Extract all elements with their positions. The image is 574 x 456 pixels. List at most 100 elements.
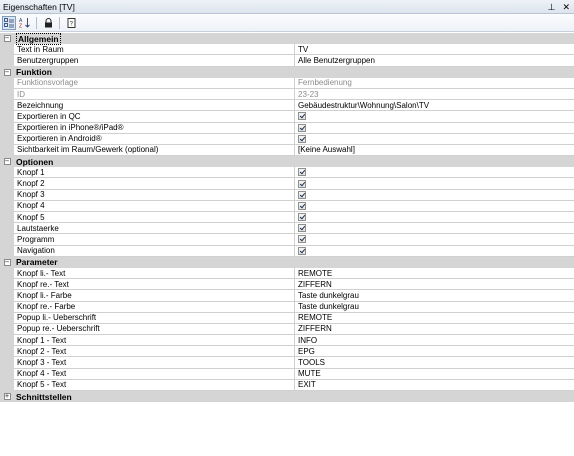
collapse-icon[interactable]: − — [3, 158, 11, 166]
property-value[interactable]: EPG — [295, 346, 574, 358]
categorized-view-button[interactable] — [2, 15, 16, 30]
property-value[interactable] — [295, 123, 574, 134]
property-row[interactable]: Knopf 2 — [0, 178, 574, 190]
property-row[interactable]: Knopf li.- Farbe Taste dunkelgrau — [0, 290, 574, 302]
row-gutter — [0, 290, 14, 302]
close-icon[interactable]: ✕ — [562, 0, 570, 14]
property-name: Knopf 1 — [14, 167, 295, 179]
property-row[interactable]: Sichtbarkeit im Raum/Gewerk (optional) [K… — [0, 144, 574, 157]
collapse-icon[interactable]: − — [3, 68, 11, 76]
property-value[interactable] — [295, 167, 574, 179]
lock-button[interactable] — [41, 16, 55, 30]
checkbox[interactable] — [298, 112, 306, 121]
property-name: Exportieren in iPhone®/iPad® — [14, 122, 295, 134]
property-value[interactable]: TV — [295, 44, 574, 56]
property-value[interactable] — [295, 178, 574, 190]
property-row[interactable]: Exportieren in QC — [0, 111, 574, 123]
property-row[interactable]: Bezeichnung Gebäudestruktur\Wohnung\Salon… — [0, 100, 574, 112]
property-value[interactable]: EXIT — [295, 380, 574, 391]
checkbox[interactable] — [298, 235, 306, 244]
property-row[interactable]: Lautstaerke — [0, 223, 574, 235]
property-value[interactable]: MUTE — [295, 369, 574, 380]
row-gutter — [0, 88, 14, 101]
property-name: Benutzergruppen — [14, 55, 295, 67]
category-allgemein[interactable]: − Allgemein — [0, 33, 574, 45]
property-row[interactable]: Exportieren in Android® — [0, 133, 574, 145]
property-value[interactable]: REMOTE — [295, 268, 574, 280]
property-value[interactable]: INFO — [295, 335, 574, 347]
checkbox[interactable] — [298, 224, 306, 233]
property-row[interactable]: Text in Raum TV — [0, 44, 574, 56]
property-name: Popup li.- Ueberschrift — [14, 312, 295, 324]
property-row[interactable]: Funktionsvorlage Fernbedienung — [0, 77, 574, 89]
property-value[interactable]: Alle Benutzergruppen — [295, 55, 574, 67]
collapse-icon[interactable]: − — [3, 35, 11, 43]
property-value[interactable]: [Keine Auswahl] — [295, 145, 574, 157]
property-value[interactable] — [295, 246, 574, 257]
checkbox[interactable] — [298, 246, 306, 255]
property-value: 23-23 — [295, 89, 574, 101]
property-value[interactable]: ZIFFERN — [295, 279, 574, 291]
property-row[interactable]: ID 23-23 — [0, 88, 574, 101]
checkbox[interactable] — [298, 201, 306, 210]
property-row[interactable]: Benutzergruppen Alle Benutzergruppen — [0, 55, 574, 67]
checkbox[interactable] — [298, 179, 306, 188]
property-value[interactable]: Taste dunkelgrau — [295, 290, 574, 302]
property-value[interactable]: Gebäudestruktur\Wohnung\Salon\TV — [295, 100, 574, 112]
property-row[interactable]: Knopf 3 — [0, 189, 574, 201]
property-row[interactable]: Knopf 5 — [0, 212, 574, 224]
property-row[interactable]: Navigation — [0, 245, 574, 257]
checkbox[interactable] — [298, 123, 306, 132]
property-name: Knopf re.- Text — [14, 279, 295, 291]
row-gutter — [0, 111, 14, 123]
property-value[interactable] — [295, 190, 574, 201]
property-row[interactable]: Knopf re.- Text ZIFFERN — [0, 279, 574, 291]
category-schnittstellen[interactable]: + Schnittstellen — [0, 391, 574, 403]
property-row[interactable]: Knopf 3 - Text TOOLS — [0, 357, 574, 369]
property-row[interactable]: Knopf li.- Text REMOTE — [0, 267, 574, 280]
property-value[interactable] — [295, 234, 574, 246]
category-parameter[interactable]: − Parameter — [0, 256, 574, 268]
property-row[interactable]: Knopf 1 - Text INFO — [0, 335, 574, 347]
category-funktion[interactable]: − Funktion — [0, 66, 574, 78]
property-row[interactable]: Knopf 4 — [0, 200, 574, 212]
checkbox[interactable] — [298, 213, 306, 222]
alphabetical-sort-button[interactable]: A Z — [18, 16, 32, 30]
property-value[interactable]: TOOLS — [295, 357, 574, 369]
row-gutter — [0, 335, 14, 347]
property-name: Text in Raum — [14, 44, 295, 56]
row-gutter — [0, 279, 14, 291]
property-value[interactable] — [295, 212, 574, 224]
category-optionen[interactable]: − Optionen — [0, 156, 574, 168]
checkbox[interactable] — [298, 134, 306, 143]
sort-alphabetical-icon: A Z — [19, 18, 30, 28]
row-gutter — [0, 379, 14, 391]
property-row[interactable]: Knopf 2 - Text EPG — [0, 346, 574, 358]
property-row[interactable]: Popup li.- Ueberschrift REMOTE — [0, 312, 574, 324]
property-row[interactable]: Programm — [0, 234, 574, 246]
row-gutter — [0, 100, 14, 112]
property-name: Knopf 2 — [14, 178, 295, 190]
property-row[interactable]: Knopf 1 — [0, 167, 574, 179]
property-row[interactable]: Knopf 4 - Text MUTE — [0, 368, 574, 380]
property-value[interactable] — [295, 223, 574, 235]
property-value[interactable]: ZIFFERN — [295, 324, 574, 336]
property-row[interactable]: Knopf re.- Farbe Taste dunkelgrau — [0, 301, 574, 313]
property-value[interactable] — [295, 111, 574, 123]
checkbox[interactable] — [298, 190, 306, 199]
property-row[interactable]: Exportieren in iPhone®/iPad® — [0, 122, 574, 134]
expand-icon[interactable]: + — [3, 393, 11, 401]
property-value[interactable] — [295, 134, 574, 145]
property-value[interactable]: REMOTE — [295, 313, 574, 324]
property-row[interactable]: Knopf 5 - Text EXIT — [0, 379, 574, 391]
property-name: Knopf 3 — [14, 189, 295, 201]
pin-icon[interactable]: ⊥ — [548, 0, 556, 14]
collapse-icon[interactable]: − — [3, 258, 11, 266]
row-gutter — [0, 346, 14, 358]
category-gutter: − — [0, 156, 14, 167]
property-value[interactable] — [295, 201, 574, 212]
property-row[interactable]: Popup re.- Ueberschrift ZIFFERN — [0, 323, 574, 336]
property-pages-button[interactable]: ? — [64, 16, 78, 30]
checkbox[interactable] — [298, 168, 306, 177]
property-value[interactable]: Taste dunkelgrau — [295, 302, 574, 313]
